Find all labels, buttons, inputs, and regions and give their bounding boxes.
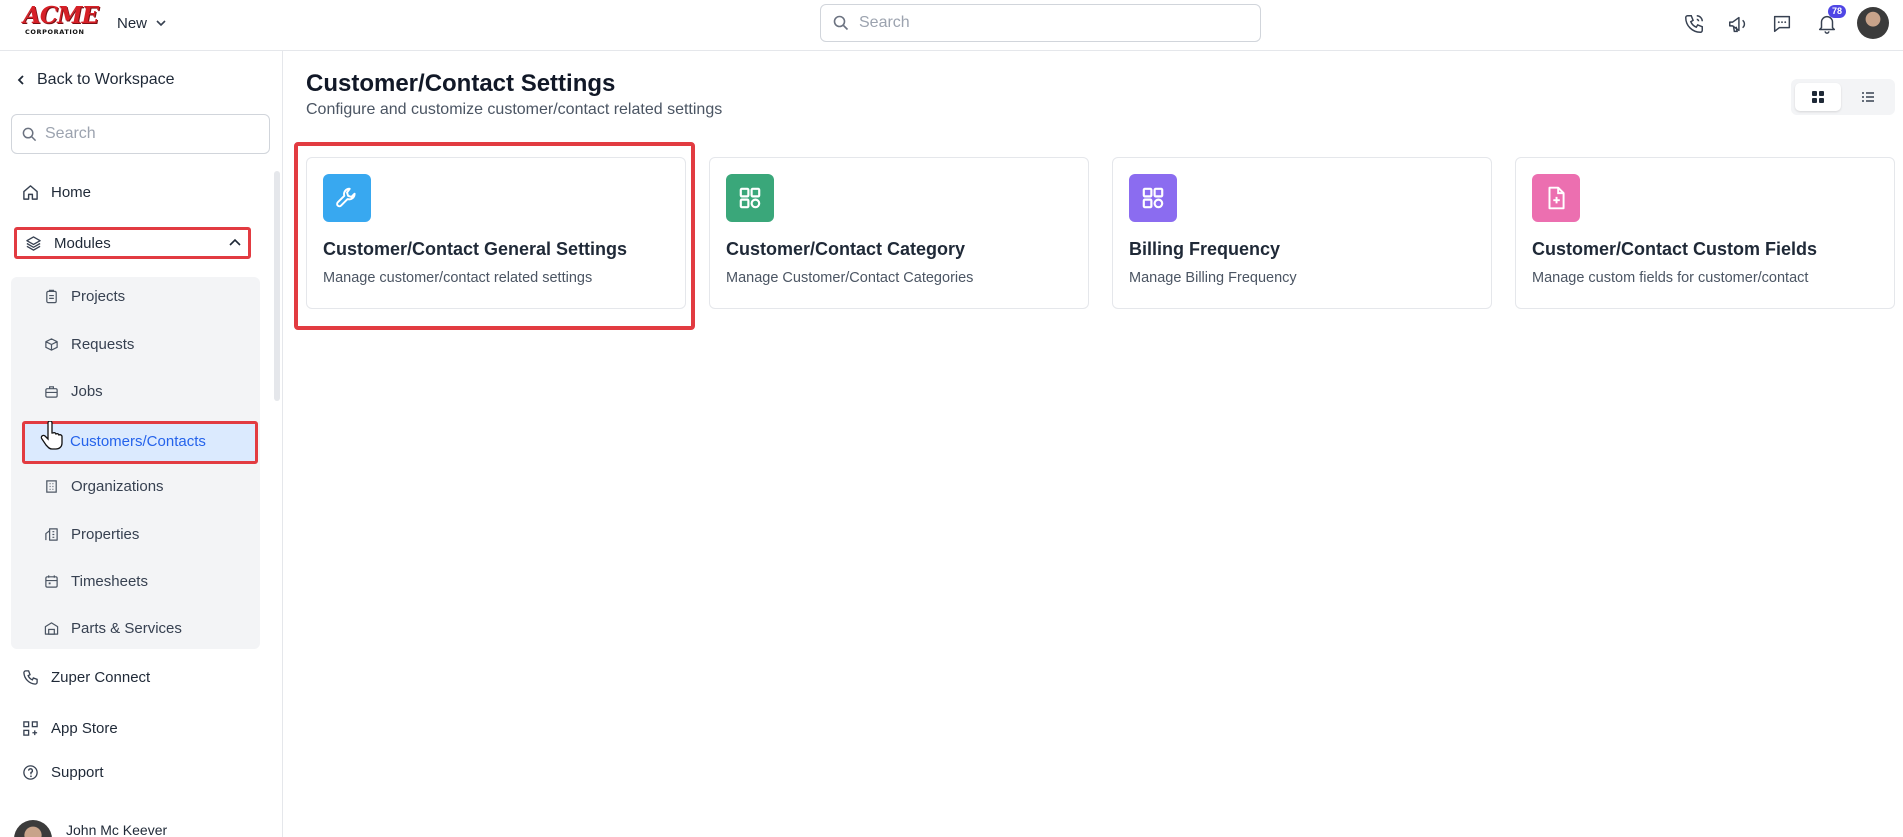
card-title: Customer/Contact Custom Fields — [1532, 239, 1818, 259]
settings-card-category[interactable]: Customer/Contact Category Manage Custome… — [709, 157, 1089, 309]
global-search[interactable] — [820, 4, 1261, 42]
sidebar-item-jobs[interactable]: Jobs — [44, 383, 103, 400]
sidebar-item-home[interactable]: Home — [22, 184, 91, 201]
sidebar-item-modules[interactable]: Modules — [14, 227, 251, 259]
card-icon-tile — [726, 174, 774, 222]
layers-icon — [26, 235, 41, 251]
grid-icon — [1812, 91, 1824, 103]
sidebar-item-label: Timesheets — [71, 573, 148, 590]
file-plus-icon — [1548, 186, 1565, 210]
sidebar-item-label: Support — [51, 764, 104, 781]
new-label: New — [117, 14, 148, 32]
sidebar-user-profile[interactable]: John Mc Keever — [14, 820, 167, 837]
chevron-down-icon — [156, 20, 166, 27]
back-label: Back to Workspace — [37, 71, 175, 88]
acme-logo[interactable]: ACME CORPORATION — [23, 2, 99, 37]
top-bar: ACME CORPORATION New 78 — [0, 0, 1903, 51]
sidebar-item-projects[interactable]: Projects — [44, 288, 125, 305]
sidebar-item-support[interactable]: Support — [22, 764, 104, 781]
settings-card-billing-frequency[interactable]: Billing Frequency Manage Billing Frequen… — [1112, 157, 1492, 309]
avatar — [14, 820, 52, 837]
phone-icon — [23, 670, 38, 685]
wrench-icon — [336, 187, 356, 208]
card-title: Billing Frequency — [1129, 239, 1281, 259]
notification-count-badge: 78 — [1827, 5, 1846, 18]
phone-icon[interactable] — [1681, 11, 1707, 37]
sidebar-item-label: Parts & Services — [71, 620, 182, 637]
calendar-icon — [45, 575, 58, 588]
search-icon — [833, 15, 849, 31]
user-avatar[interactable] — [1857, 7, 1889, 39]
sidebar-item-parts-services[interactable]: Parts & Services — [44, 620, 182, 637]
new-dropdown-button[interactable]: New — [117, 12, 167, 34]
hand-pointer-icon — [40, 421, 63, 450]
sidebar-item-timesheets[interactable]: Timesheets — [44, 573, 148, 590]
sidebar-item-properties[interactable]: Properties — [44, 526, 139, 543]
grid-icon — [1142, 187, 1164, 209]
sidebar-item-label: App Store — [51, 720, 118, 737]
back-to-workspace-link[interactable]: Back to Workspace — [15, 71, 175, 89]
card-description: Manage custom fields for customer/contac… — [1532, 270, 1809, 286]
global-search-input[interactable] — [859, 14, 1239, 32]
sidebar-item-label: Requests — [71, 336, 135, 353]
card-description: Manage customer/contact related settings — [323, 270, 593, 286]
building-icon — [46, 480, 57, 493]
page-title: Customer/Contact Settings — [306, 70, 616, 97]
property-icon — [45, 528, 58, 541]
grid-icon — [739, 187, 761, 209]
sidebar-scrollbar[interactable] — [274, 171, 280, 401]
bell-icon[interactable]: 78 — [1814, 5, 1846, 37]
sidebar-item-label: Home — [51, 184, 92, 201]
chevron-up-icon — [229, 238, 241, 246]
logo-text: ACME — [23, 2, 99, 29]
logo-subtext: CORPORATION — [25, 28, 85, 36]
clipboard-icon — [46, 289, 57, 304]
home-icon — [23, 185, 38, 200]
megaphone-icon[interactable] — [1725, 11, 1751, 37]
card-title: Customer/Contact General Settings — [323, 239, 628, 259]
sidebar-item-label: Modules — [54, 234, 111, 252]
list-icon — [1862, 92, 1874, 102]
briefcase-icon — [45, 386, 58, 398]
chat-icon[interactable] — [1769, 11, 1795, 37]
sidebar-item-label: Organizations — [71, 478, 164, 495]
box-icon — [45, 338, 58, 351]
search-icon — [22, 127, 37, 141]
app-grid-icon — [23, 721, 38, 736]
page-subtitle: Configure and customize customer/contact… — [306, 101, 723, 118]
grid-view-button[interactable] — [1795, 83, 1841, 111]
sidebar-item-label: Jobs — [71, 383, 103, 400]
help-circle-icon — [23, 765, 38, 780]
card-title: Customer/Contact Category — [726, 239, 966, 259]
user-name: John Mc Keever — [66, 822, 168, 837]
sidebar-item-label: Customers/Contacts — [70, 433, 206, 450]
warehouse-icon — [44, 622, 59, 635]
sidebar: Back to Workspace Home Modules Projects … — [0, 51, 283, 837]
sidebar-item-zuper-connect[interactable]: Zuper Connect — [22, 669, 150, 686]
settings-card-general[interactable]: Customer/Contact General Settings Manage… — [306, 157, 686, 309]
card-description: Manage Billing Frequency — [1129, 270, 1297, 286]
settings-card-custom-fields[interactable]: Customer/Contact Custom Fields Manage cu… — [1515, 157, 1895, 309]
sidebar-item-label: Projects — [71, 288, 126, 305]
card-description: Manage Customer/Contact Categories — [726, 270, 974, 286]
sidebar-search-input[interactable] — [45, 125, 255, 143]
sidebar-item-requests[interactable]: Requests — [44, 336, 134, 353]
main-content: Customer/Contact Settings Configure and … — [284, 51, 1903, 837]
sidebar-item-organizations[interactable]: Organizations — [44, 478, 164, 495]
sidebar-item-app-store[interactable]: App Store — [22, 720, 118, 737]
sidebar-item-label: Properties — [71, 526, 140, 543]
list-view-button[interactable] — [1845, 83, 1891, 111]
card-icon-tile — [323, 174, 371, 222]
card-icon-tile — [1129, 174, 1177, 222]
view-toggle — [1791, 79, 1895, 115]
sidebar-search[interactable] — [11, 114, 270, 154]
chevron-left-icon — [17, 75, 24, 85]
card-icon-tile — [1532, 174, 1580, 222]
sidebar-item-label: Zuper Connect — [51, 669, 151, 686]
